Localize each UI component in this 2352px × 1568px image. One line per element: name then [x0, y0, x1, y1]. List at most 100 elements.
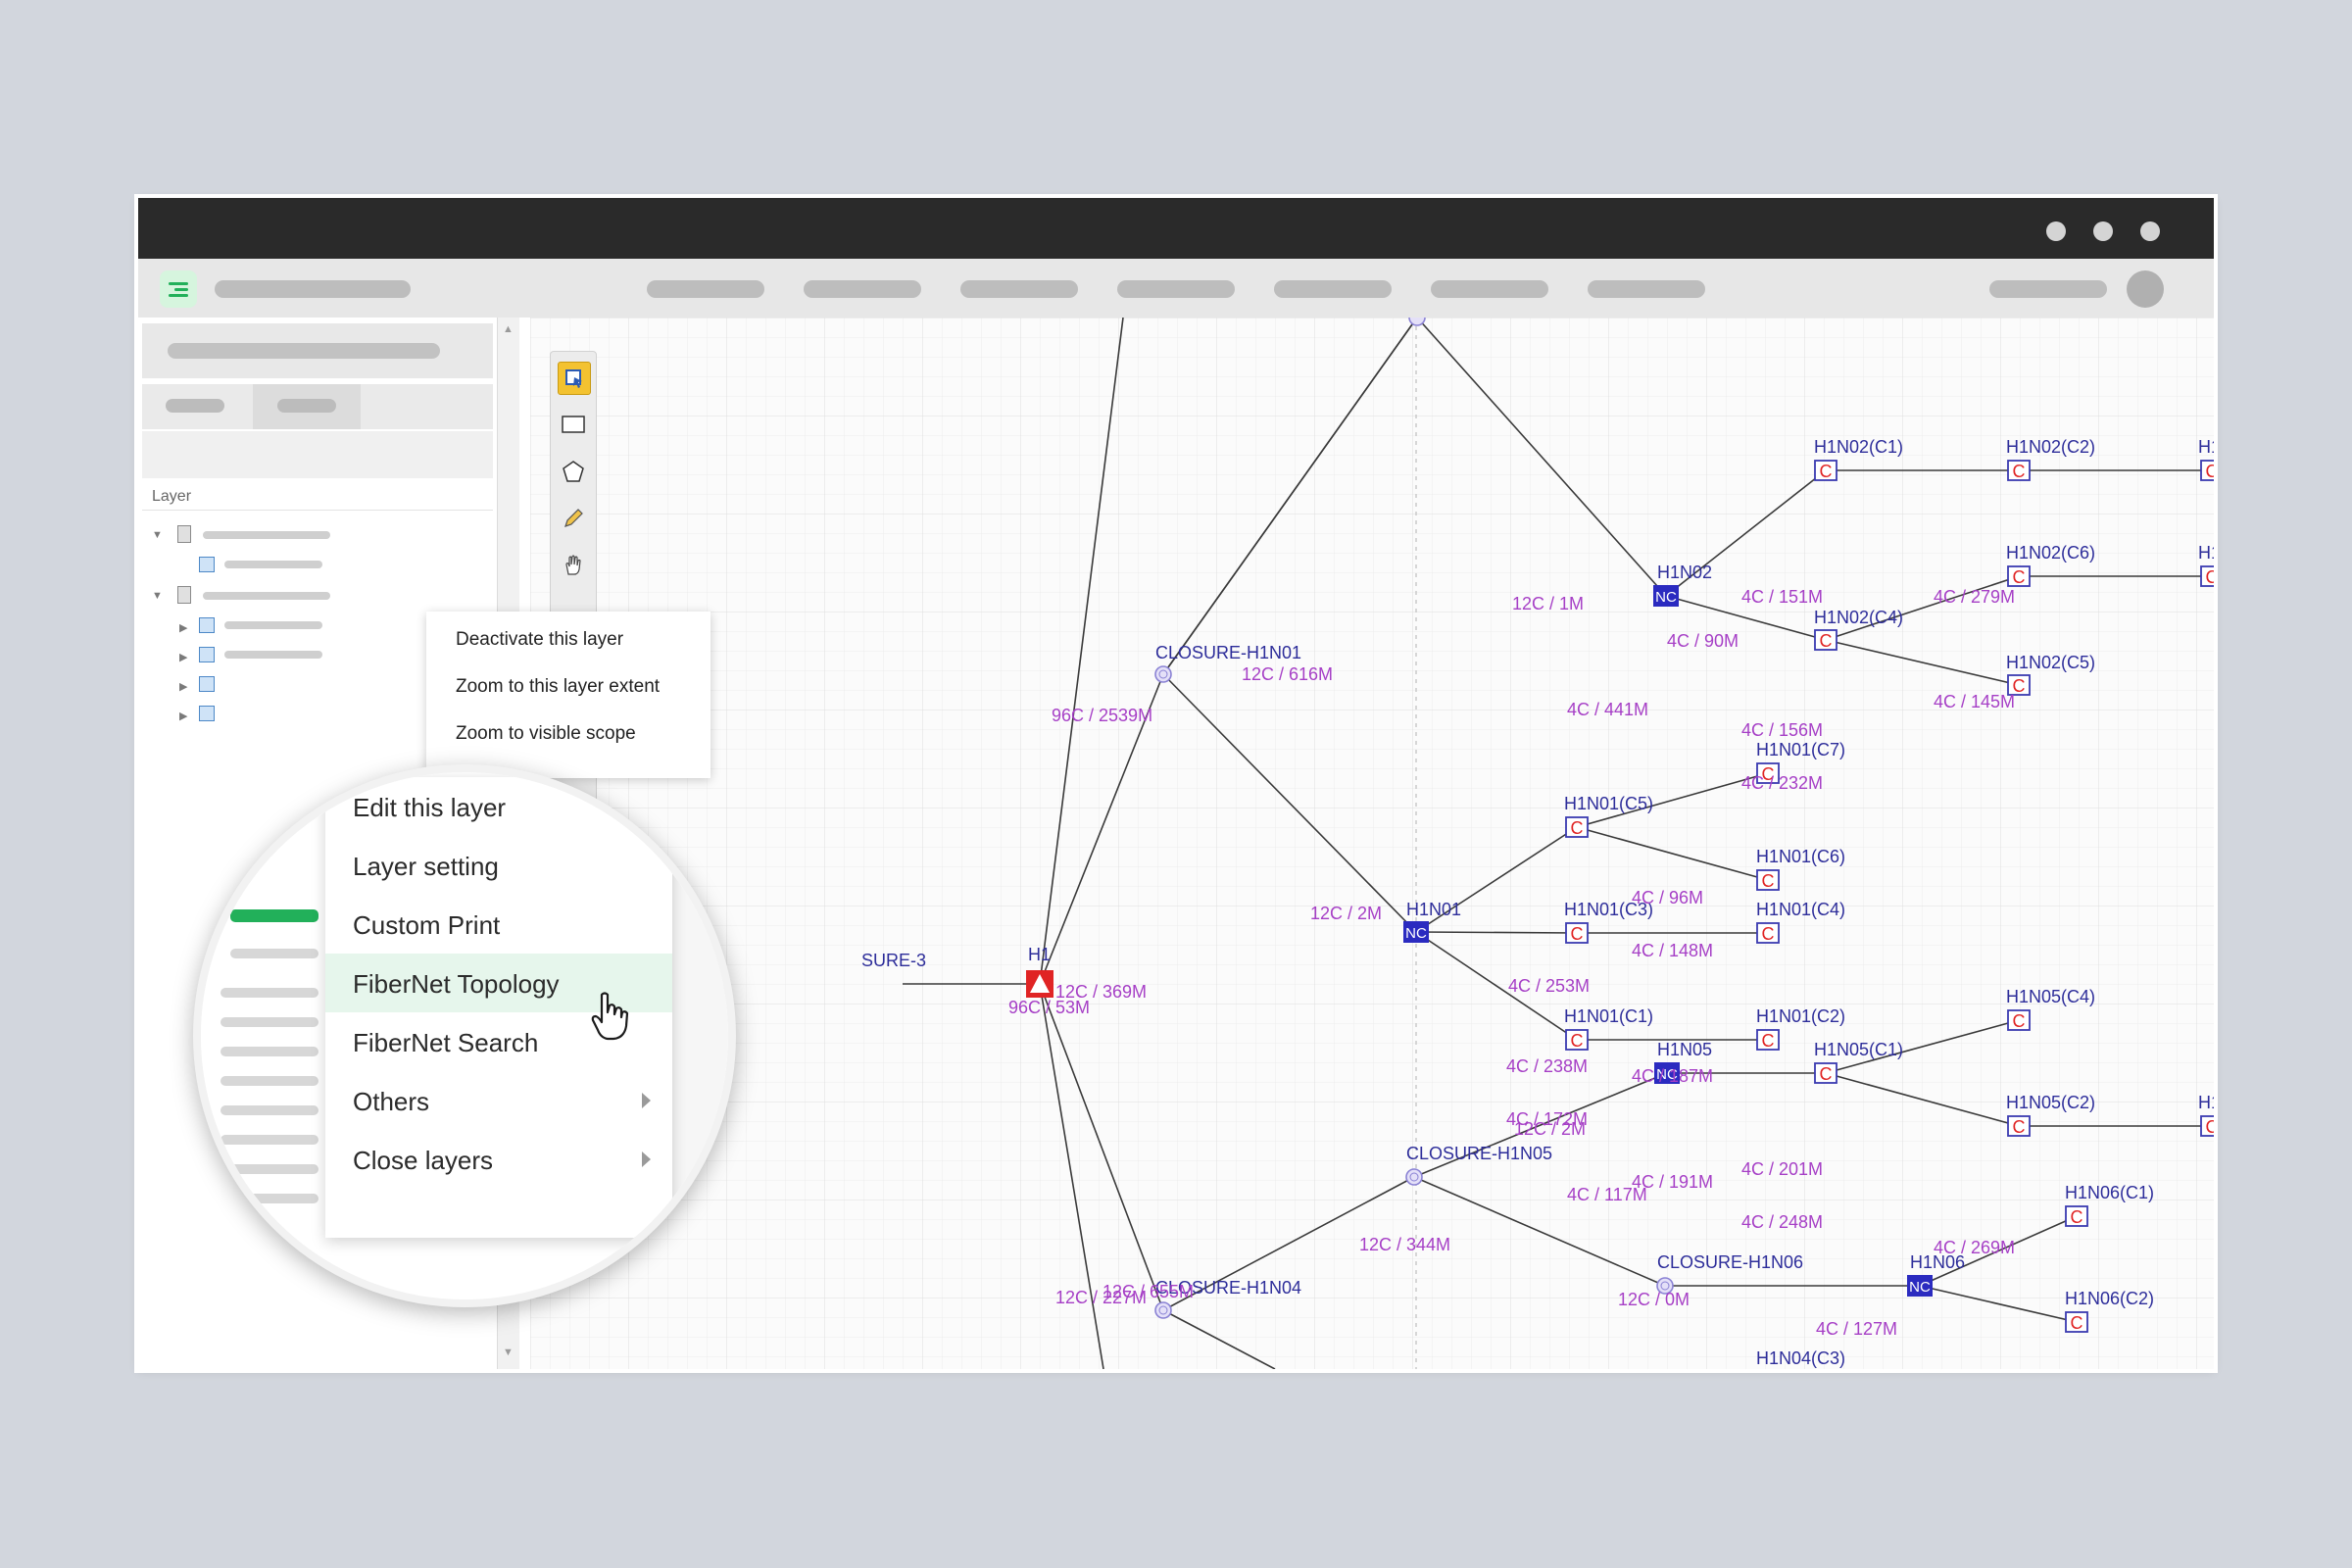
window-dot-icon[interactable]: [2140, 221, 2160, 241]
layer-context-menu: Deactivate this layer Zoom to this layer…: [426, 612, 710, 778]
menu-item-edit-layer[interactable]: Edit this layer: [325, 777, 672, 836]
cable-spec-label: 12C / 2M: [1310, 904, 1382, 923]
customer-badge-label: C: [1762, 1031, 1775, 1051]
panel-tabs: [142, 384, 493, 429]
panel-tab-1[interactable]: [166, 399, 224, 413]
customer-node-label: H1N05(C4): [2006, 987, 2095, 1006]
cable-spec-label: 4C / 127M: [1816, 1319, 1897, 1339]
customer-badge-label: C: [2071, 1313, 2083, 1333]
customer-node-label: H1N02(C2): [2006, 437, 2095, 457]
customer-node-label: H1N06(C2): [2065, 1289, 2154, 1308]
customer-node-label: H1N04(C3): [1756, 1348, 1845, 1368]
nc-node-label: H1N05: [1657, 1040, 1712, 1059]
customer-badge-label: C: [2206, 462, 2215, 481]
menu-item-others[interactable]: Others: [325, 1071, 672, 1130]
menu-item-layer-setting[interactable]: Layer setting: [325, 836, 672, 895]
nav-item-placeholder[interactable]: [1117, 280, 1235, 298]
customer-node-label: H1N01(C6): [1756, 847, 1845, 866]
polygon-tool-icon[interactable]: [558, 456, 589, 487]
layer-header-label: Layer: [152, 488, 192, 505]
cable-spec-label: 12C / 1M: [1512, 594, 1584, 613]
magnified-layer-tree: [201, 772, 328, 1299]
pencil-tool-icon[interactable]: [558, 503, 589, 534]
panel-tab-2[interactable]: [253, 384, 361, 429]
layer-icon: [199, 706, 215, 721]
title-bar: [138, 198, 2214, 259]
magnifier-lens: Edit this layer Layer setting Custom Pri…: [193, 764, 736, 1307]
panel-header: [142, 323, 493, 378]
cable-spec-label: 12C / 344M: [1359, 1235, 1450, 1254]
cable-spec-label: 4C / 187M: [1632, 1066, 1713, 1086]
cable-spec-label: 12C / 616M: [1242, 664, 1333, 684]
user-name-placeholder: [1989, 280, 2107, 298]
window-dot-icon[interactable]: [2093, 221, 2113, 241]
pan-hand-tool-icon[interactable]: [558, 550, 589, 581]
customer-badge-label: C: [1820, 462, 1833, 481]
expand-icon[interactable]: ▼: [152, 590, 163, 602]
collapse-icon[interactable]: ▶: [179, 621, 187, 634]
closure-label: CLOSURE-H1N05: [1406, 1144, 1552, 1163]
nav-item-placeholder[interactable]: [804, 280, 921, 298]
cable-spec-label: 4C / 172M: [1506, 1109, 1588, 1129]
map-grid: [530, 318, 2214, 1369]
menu-item-fibernet-search[interactable]: FiberNet Search: [325, 1012, 672, 1071]
app-title-placeholder: [215, 280, 411, 298]
rectangle-tool-icon[interactable]: [558, 409, 589, 440]
cable-line[interactable]: [1415, 931, 1578, 934]
customer-badge-label: C: [2013, 567, 2026, 587]
avatar[interactable]: [2127, 270, 2164, 308]
select-tool-icon[interactable]: [558, 362, 591, 395]
submenu-arrow-icon: [642, 1152, 651, 1167]
cable-spec-label: 4C / 232M: [1741, 773, 1823, 793]
menu-item-fibernet-topology[interactable]: FiberNet Topology: [325, 954, 672, 1041]
cable-spec-label: 4C / 248M: [1741, 1212, 1823, 1232]
magnified-context-menu: Edit this layer Layer setting Custom Pri…: [325, 777, 672, 1238]
cable-spec-label: 4C / 148M: [1632, 941, 1713, 960]
menu-item-close-layers[interactable]: Close layers: [325, 1130, 672, 1189]
top-navigation: [138, 259, 2214, 318]
customer-badge-label: C: [1571, 924, 1584, 944]
cable-spec-label: 4C / 96M: [1632, 888, 1703, 907]
closure-label: CLOSURE-H1N06: [1657, 1252, 1803, 1272]
layer-group-icon: [177, 525, 191, 543]
active-layer-bar: [230, 909, 318, 922]
collapse-icon[interactable]: ▶: [179, 651, 187, 663]
collapse-icon[interactable]: ▶: [179, 680, 187, 693]
app-logo-icon[interactable]: [160, 270, 197, 308]
nav-item-placeholder[interactable]: [647, 280, 764, 298]
menu-item-zoom-visible-scope[interactable]: Zoom to visible scope: [456, 723, 636, 745]
menu-item-custom-print[interactable]: Custom Print: [325, 895, 672, 954]
customer-node-label: H1N01(C1): [1564, 1006, 1653, 1026]
nav-item-placeholder[interactable]: [960, 280, 1078, 298]
expand-icon[interactable]: ▼: [152, 529, 163, 541]
customer-node-label: H1N01(C5): [1564, 794, 1653, 813]
nav-item-placeholder[interactable]: [1431, 280, 1548, 298]
app-window: NC NC NC NC C C C C C C C C C C C C C C C C C C C C H1 SURE-3 CLO…: [138, 198, 2214, 1369]
nav-item-placeholder[interactable]: [1274, 280, 1392, 298]
customer-badge-label: C: [1571, 1031, 1584, 1051]
collapse-icon[interactable]: ▶: [179, 710, 187, 722]
closure-node-icon[interactable]: [1154, 1301, 1172, 1319]
customer-badge-label: C: [1820, 1064, 1833, 1084]
cable-spec-label: 4C / 90M: [1667, 631, 1739, 651]
topology-diagram[interactable]: NCNCNCNCC C CCCC CC CC CCCCCC CCCC H1SURE-3CLO…: [530, 318, 2214, 1369]
cable-spec-label: 4C / 117M: [1567, 1185, 1647, 1204]
customer-node-label: H1N05(C1): [1814, 1040, 1903, 1059]
menu-item-zoom-layer-extent[interactable]: Zoom to this layer extent: [456, 676, 660, 698]
customer-badge-label: C: [1762, 871, 1775, 891]
magnified-toolstrip: [672, 772, 728, 1299]
window-dot-icon[interactable]: [2046, 221, 2066, 241]
main-content: NC NC NC NC C C C C C C C C C C C C C C C C C C C C H1 SURE-3 CLO…: [138, 318, 2214, 1369]
closure-node-icon[interactable]: [1154, 665, 1172, 683]
nc-node-label: H1N01: [1406, 900, 1461, 919]
customer-badge-label: C: [2071, 1207, 2083, 1227]
layer-icon: [199, 676, 215, 692]
menu-item-deactivate-layer[interactable]: Deactivate this layer: [456, 629, 623, 651]
nc-node-label: H1N02: [1657, 563, 1712, 582]
closure-node-icon[interactable]: [1405, 1168, 1423, 1186]
nav-item-placeholder[interactable]: [1588, 280, 1705, 298]
customer-node-label: H1N01(C4): [1756, 900, 1845, 919]
layer-group-icon: [177, 586, 191, 604]
topology-map[interactable]: NC NC NC NC C C C C C C C C C C C C C C C C C C C C H1 SURE-3 CLO…: [530, 318, 2214, 1369]
customer-node-label: H1N05(C2): [2006, 1093, 2095, 1112]
